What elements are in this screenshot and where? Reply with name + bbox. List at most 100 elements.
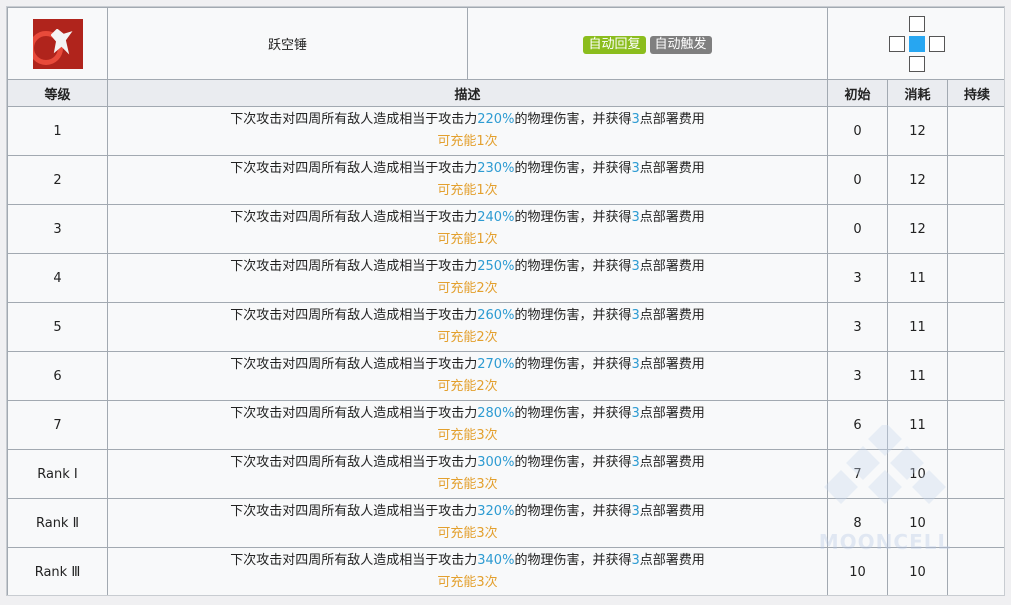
level-cell: 2 (7, 155, 108, 205)
description-cell: 下次攻击对四周所有敌人造成相当于攻击力340%的物理伤害，并获得3点部署费用 可充… (107, 547, 828, 595)
level-cell: Rank Ⅱ (7, 498, 108, 548)
description-cell: 下次攻击对四周所有敌人造成相当于攻击力240%的物理伤害，并获得3点部署费用可充… (107, 204, 828, 254)
level-cell: 4 (7, 253, 108, 303)
initial-sp-cell: 10 (827, 547, 888, 595)
column-header-initial: 初始 (827, 79, 888, 107)
description-middle: 的物理伤害，并获得 (514, 553, 632, 568)
table-row: 4 下次攻击对四周所有敌人造成相当于攻击力250%的物理伤害，并获得3点部署费用可… (7, 253, 1004, 303)
description-middle: 的物理伤害，并获得 (514, 308, 632, 323)
description-text: 下次攻击对四周所有敌人造成相当于攻击力260%的物理伤害，并获得3点部署费用 (108, 305, 827, 327)
column-header-description: 描述 (107, 79, 828, 107)
description-prefix: 下次攻击对四周所有敌人造成相当于攻击力 (230, 161, 478, 176)
leaping-hammer-skill-icon (32, 18, 83, 69)
column-header-level: 等级 (7, 79, 108, 107)
sp-cost-cell: 12 (887, 155, 948, 205)
deploy-cost-amount: 3 (631, 504, 640, 519)
deploy-cost-amount: 3 (631, 112, 640, 127)
description-middle: 的物理伤害，并获得 (514, 259, 632, 274)
table-row: Rank Ⅱ 下次攻击对四周所有敌人造成相当于攻击力320%的物理伤害，并获得3点… (7, 498, 1004, 548)
initial-sp-cell: 8 (827, 498, 888, 548)
level-cell: Rank Ⅲ (7, 547, 108, 595)
skill-tags-cell: 自动回复 自动触发 (467, 7, 828, 80)
deploy-cost-amount: 3 (631, 259, 640, 274)
table-row: 2 下次攻击对四周所有敌人造成相当于攻击力230%的物理伤害，并获得3点部署费用可… (7, 155, 1004, 205)
sp-cost-cell: 10 (887, 449, 948, 499)
deploy-cost-amount: 3 (631, 161, 640, 176)
damage-percent: 220% (477, 112, 515, 127)
description-text: 下次攻击对四周所有敌人造成相当于攻击力300%的物理伤害，并获得3点部署费用 (108, 452, 827, 474)
table-row: 3 下次攻击对四周所有敌人造成相当于攻击力240%的物理伤害，并获得3点部署费用可… (7, 204, 1004, 254)
initial-sp-cell: 0 (827, 106, 888, 156)
range-tile-right (929, 35, 946, 52)
description-middle: 的物理伤害，并获得 (514, 406, 632, 421)
deploy-cost-amount: 3 (631, 406, 640, 421)
initial-sp-cell: 7 (827, 449, 888, 499)
sp-cost-cell: 10 (887, 547, 948, 595)
description-suffix: 点部署费用 (639, 161, 705, 176)
description-prefix: 下次攻击对四周所有敌人造成相当于攻击力 (230, 210, 478, 225)
description-text: 下次攻击对四周所有敌人造成相当于攻击力280%的物理伤害，并获得3点部署费用 (108, 403, 827, 425)
description-cell: 下次攻击对四周所有敌人造成相当于攻击力270%的物理伤害，并获得3点部署费用可充… (107, 351, 828, 401)
description-text: 下次攻击对四周所有敌人造成相当于攻击力230%的物理伤害，并获得3点部署费用 (108, 158, 827, 180)
damage-percent: 340% (477, 553, 515, 568)
tag-auto-trigger: 自动触发 (649, 36, 712, 54)
duration-cell (946, 400, 1004, 450)
range-tile-down (909, 55, 926, 72)
sp-cost-cell: 11 (887, 253, 948, 303)
deploy-cost-amount: 3 (631, 553, 640, 568)
description-prefix: 下次攻击对四周所有敌人造成相当于攻击力 (230, 308, 478, 323)
range-tile-self (909, 35, 926, 52)
duration-cell (946, 106, 1004, 156)
deploy-cost-amount: 3 (631, 357, 640, 372)
description-text: 下次攻击对四周所有敌人造成相当于攻击力240%的物理伤害，并获得3点部署费用 (108, 207, 827, 229)
skill-card: 跃空锤 自动回复 自动触发 等级 描述 初始 消耗 持续 1 下次攻击对四周所有… (6, 6, 1005, 596)
description-text: 下次攻击对四周所有敌人造成相当于攻击力320%的物理伤害，并获得3点部署费用 (108, 501, 827, 523)
description-suffix: 点部署费用 (639, 308, 705, 323)
description-prefix: 下次攻击对四周所有敌人造成相当于攻击力 (230, 553, 478, 568)
duration-cell (946, 547, 1004, 595)
level-cell: 5 (7, 302, 108, 352)
charge-text: 可充能1次 (437, 232, 498, 247)
description-suffix: 点部署费用 (639, 357, 705, 372)
description-suffix: 点部署费用 (639, 504, 705, 519)
description-prefix: 下次攻击对四周所有敌人造成相当于攻击力 (230, 455, 478, 470)
damage-percent: 320% (477, 504, 515, 519)
deploy-cost-amount: 3 (631, 210, 640, 225)
description-prefix: 下次攻击对四周所有敌人造成相当于攻击力 (230, 357, 478, 372)
table-row: 5 下次攻击对四周所有敌人造成相当于攻击力260%的物理伤害，并获得3点部署费用可… (7, 302, 1004, 352)
skill-name-cell: 跃空锤 (107, 7, 468, 80)
description-prefix: 下次攻击对四周所有敌人造成相当于攻击力 (230, 112, 478, 127)
damage-percent: 260% (477, 308, 515, 323)
table-row: 7 下次攻击对四周所有敌人造成相当于攻击力280%的物理伤害，并获得3点部署费用可… (7, 400, 1004, 450)
sp-cost-cell: 12 (887, 204, 948, 254)
damage-percent: 240% (477, 210, 515, 225)
damage-percent: 250% (477, 259, 515, 274)
initial-sp-cell: 0 (827, 155, 888, 205)
skill-icon-cell (7, 7, 108, 80)
description-middle: 的物理伤害，并获得 (514, 112, 632, 127)
level-cell: 7 (7, 400, 108, 450)
charge-text: 可充能2次 (437, 379, 498, 394)
deploy-cost-amount: 3 (631, 308, 640, 323)
duration-cell (946, 498, 1004, 548)
level-cell: 6 (7, 351, 108, 401)
description-prefix: 下次攻击对四周所有敌人造成相当于攻击力 (230, 504, 478, 519)
charge-text: 可充能2次 (437, 281, 498, 296)
description-text: 下次攻击对四周所有敌人造成相当于攻击力220%的物理伤害，并获得3点部署费用 (108, 109, 827, 131)
table-row: Rank Ⅰ 下次攻击对四周所有敌人造成相当于攻击力300%的物理伤害，并获得3点… (7, 449, 1004, 499)
description-text: 下次攻击对四周所有敌人造成相当于攻击力270%的物理伤害，并获得3点部署费用 (108, 354, 827, 376)
range-tile-up (909, 15, 926, 32)
attack-range-grid (885, 15, 949, 72)
initial-sp-cell: 3 (827, 351, 888, 401)
table-row: 6 下次攻击对四周所有敌人造成相当于攻击力270%的物理伤害，并获得3点部署费用可… (7, 351, 1004, 401)
description-cell: 下次攻击对四周所有敌人造成相当于攻击力260%的物理伤害，并获得3点部署费用 可充… (107, 302, 828, 352)
description-suffix: 点部署费用 (639, 112, 705, 127)
column-header-row: 等级 描述 初始 消耗 持续 (7, 79, 1004, 107)
column-header-duration: 持续 (946, 79, 1004, 107)
description-suffix: 点部署费用 (639, 210, 705, 225)
sp-cost-cell: 11 (887, 351, 948, 401)
duration-cell (946, 155, 1004, 205)
charge-text: 可充能3次 (437, 477, 498, 492)
sp-cost-cell: 10 (887, 498, 948, 548)
description-prefix: 下次攻击对四周所有敌人造成相当于攻击力 (230, 259, 478, 274)
